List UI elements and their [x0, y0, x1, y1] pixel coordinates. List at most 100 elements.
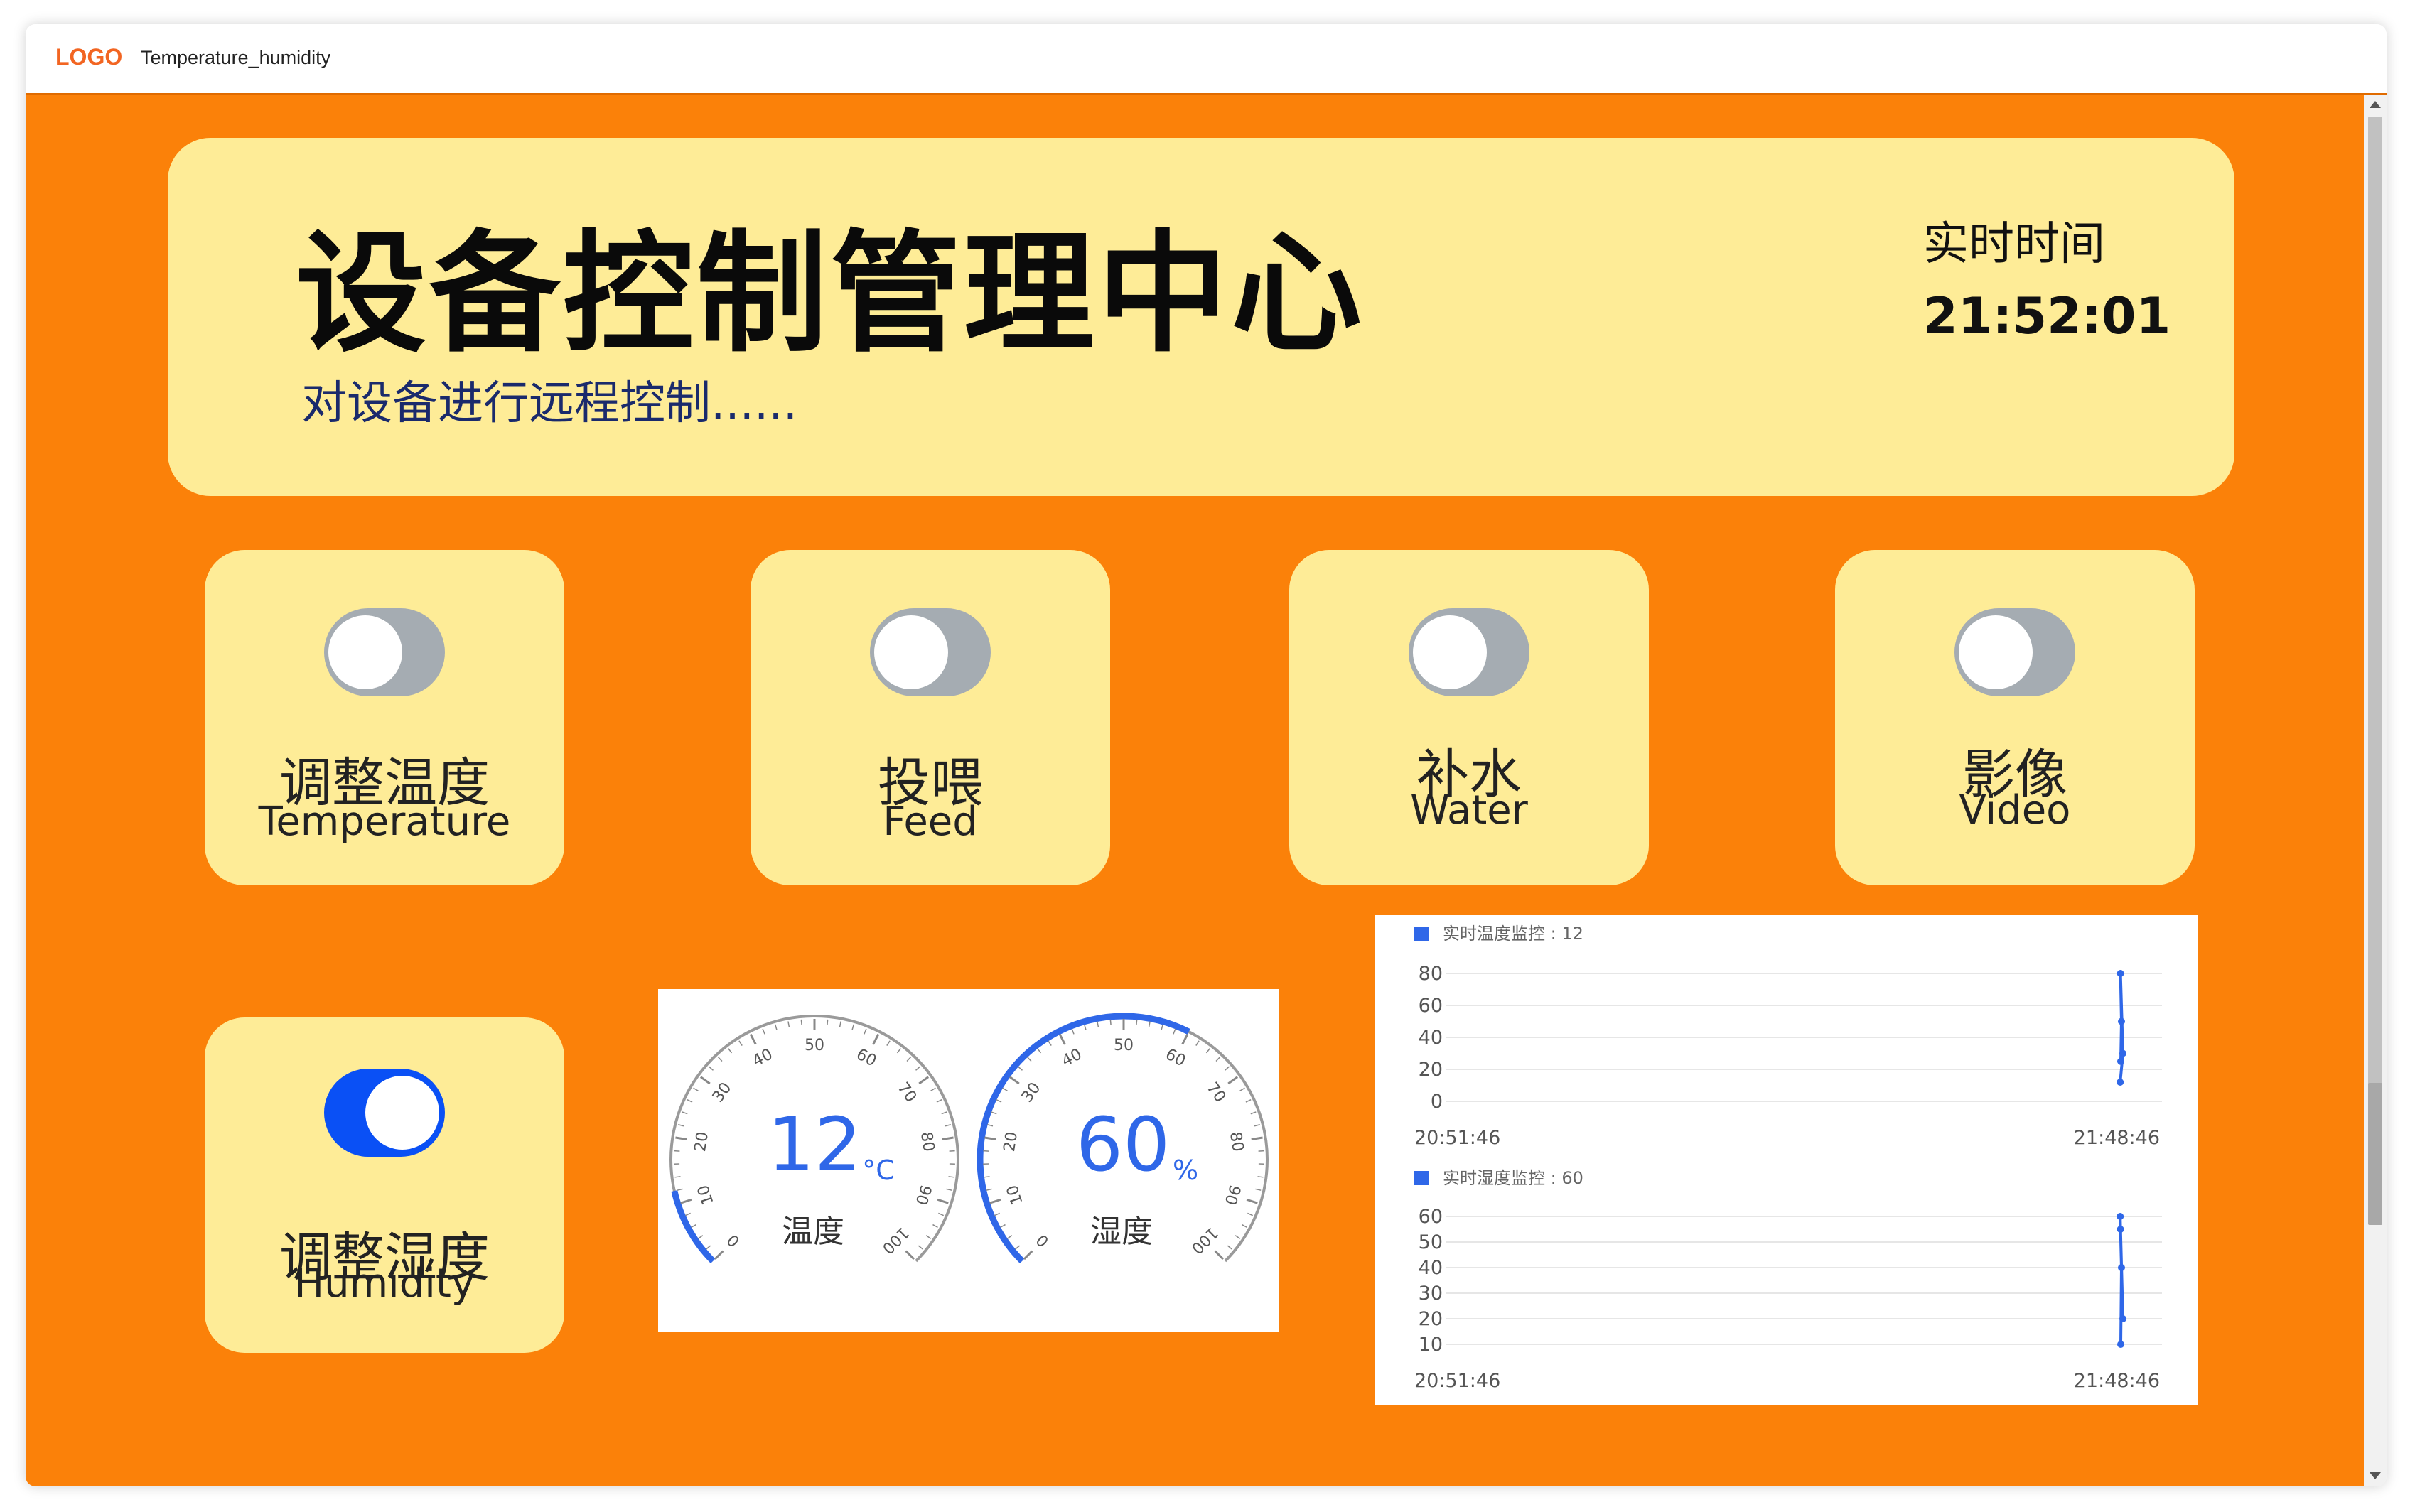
- y-tick-label: 80: [1419, 963, 1443, 985]
- scrollbar-thumb[interactable]: [2368, 1083, 2382, 1225]
- feed-toggle[interactable]: [870, 608, 991, 696]
- gauge-tick: [1214, 1250, 1225, 1260]
- gauge-tick: [1084, 1024, 1087, 1030]
- y-tick-label: 50: [1419, 1231, 1443, 1253]
- gauge-tick-label: 0: [724, 1231, 744, 1251]
- gauge-tick: [1227, 1245, 1233, 1250]
- data-point: [2117, 1226, 2124, 1233]
- y-tick-label: 20: [1419, 1308, 1443, 1330]
- gauge-tick-label: 50: [805, 1037, 824, 1054]
- gauge-tick: [762, 1028, 765, 1035]
- gauge-tick: [945, 1124, 951, 1127]
- gauge-tick: [1255, 1188, 1262, 1191]
- gauge-tick: [787, 1021, 790, 1027]
- toggle-knob: [365, 1076, 439, 1150]
- gauge-tick: [1173, 1028, 1176, 1035]
- gauge-tick: [827, 1019, 829, 1025]
- gauge-tick: [680, 1198, 692, 1204]
- gauge-tick: [775, 1024, 778, 1030]
- data-point: [2117, 1341, 2124, 1348]
- legend-marker: [1414, 1171, 1429, 1185]
- gauge-tick: [936, 1099, 942, 1103]
- gauge-tick-label: 10: [694, 1182, 717, 1206]
- y-tick-label: 20: [1419, 1059, 1443, 1081]
- gauge-tick: [864, 1028, 867, 1035]
- gauge-tick: [1195, 1040, 1200, 1046]
- gauge-tick: [942, 1136, 954, 1141]
- gauge-tick: [1009, 1076, 1020, 1085]
- logo: LOGO: [55, 44, 123, 70]
- gauge-tick: [800, 1019, 802, 1025]
- x-tick-label: 21:48:46: [2074, 1127, 2160, 1149]
- y-tick-label: 40: [1419, 1257, 1443, 1279]
- gauge-tick: [691, 1224, 696, 1228]
- water-toggle[interactable]: [1409, 608, 1529, 696]
- gauge-tick: [1242, 1224, 1247, 1228]
- chart-title: 实时温度监控 : 12: [1443, 924, 1583, 944]
- humidity-toggle[interactable]: [324, 1069, 445, 1157]
- gauge-tick-label: 20: [692, 1130, 712, 1153]
- gauge-tick: [925, 1235, 932, 1239]
- gauge-tick: [1227, 1076, 1239, 1085]
- y-tick-label: 60: [1419, 1206, 1443, 1228]
- gauge-tick: [915, 1066, 921, 1071]
- gauge-unit: °C: [862, 1155, 895, 1186]
- gauge-tick: [983, 1150, 989, 1152]
- gauge-tick: [886, 1040, 891, 1046]
- title-bar: LOGO Temperature_humidity: [26, 24, 2387, 95]
- gauge-tick: [1000, 1224, 1006, 1228]
- scroll-up-icon[interactable]: [2370, 101, 2381, 108]
- gauge-tick: [708, 1066, 714, 1071]
- control-card-video: 影像 Video: [1835, 550, 2195, 885]
- gauge-tick: [1246, 1198, 1258, 1204]
- gauge-tick: [937, 1198, 949, 1204]
- control-card-water: 补水 Water: [1289, 550, 1649, 885]
- gauge-tick: [946, 1188, 952, 1191]
- video-toggle[interactable]: [1954, 608, 2075, 696]
- gauge-tick-label: 40: [750, 1046, 775, 1071]
- gauge-tick-label: 30: [1018, 1079, 1045, 1106]
- scroll-down-icon[interactable]: [2370, 1472, 2381, 1479]
- gauge-tick: [675, 1136, 687, 1141]
- gauge-tick-label: 90: [911, 1182, 934, 1206]
- gauge-tick: [941, 1111, 947, 1115]
- gauge-tick: [749, 1033, 757, 1045]
- header-panel: 设备控制管理中心 对设备进行远程控制...... 实时时间 21:52:01: [168, 138, 2234, 496]
- gauge-tick: [705, 1245, 711, 1250]
- vertical-scrollbar[interactable]: [2364, 95, 2387, 1486]
- gauge-tick: [1161, 1024, 1163, 1030]
- gauge-tick: [1181, 1033, 1189, 1045]
- gauge-tick: [1251, 1136, 1263, 1141]
- control-card-temperature: 调整温度 Temperature: [205, 550, 564, 885]
- temperature-toggle[interactable]: [324, 608, 445, 696]
- gauge-tick: [896, 1048, 901, 1054]
- data-point: [2118, 1017, 2125, 1025]
- gauge-tick: [1205, 1048, 1210, 1054]
- gauge-tick: [1002, 1087, 1008, 1091]
- toggle-knob: [1959, 615, 2033, 689]
- temperature-gauge: 12 °C 温度 010203040 50 60708090100: [669, 1015, 959, 1264]
- y-tick-label: 0: [1431, 1091, 1443, 1113]
- gauge-unit: %: [1173, 1155, 1198, 1186]
- gauge-tick: [994, 1212, 1000, 1216]
- gauge-value: 12: [768, 1101, 861, 1188]
- gauge-tick-label: 40: [1059, 1046, 1085, 1071]
- gauge-tick: [989, 1198, 1001, 1204]
- gauge-tick-label: 70: [894, 1079, 920, 1106]
- gauge-tick-label: 30: [709, 1079, 736, 1106]
- gauge-label: 温度: [782, 1214, 844, 1250]
- gauge-tick: [839, 1021, 841, 1027]
- gauge-tick: [1239, 1087, 1245, 1091]
- gauge-tick: [996, 1099, 1002, 1103]
- gauge-tick-label: 0: [1033, 1231, 1053, 1251]
- gauge-tick: [984, 1136, 996, 1141]
- gauge-tick: [851, 1024, 854, 1030]
- gauge-tick: [1109, 1019, 1112, 1025]
- gauge-tick: [1006, 1235, 1013, 1239]
- gauge-tick-label: 60: [1163, 1046, 1188, 1071]
- control-label-en: Feed: [883, 799, 978, 845]
- page-subtitle: 对设备进行远程控制......: [301, 377, 798, 430]
- control-label-en: Water: [1410, 787, 1528, 833]
- temperature-line-chart: 实时温度监控 : 12 20:51:46 21:48:46 0 20 40 60 80: [1414, 924, 2162, 1149]
- gauge-tick: [678, 1124, 684, 1127]
